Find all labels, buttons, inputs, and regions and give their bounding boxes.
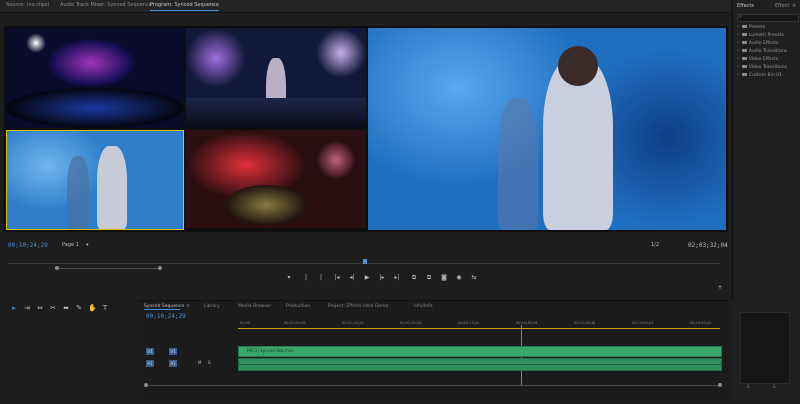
timeline-panel: Synced Sequence ≡ Library Media Browser … bbox=[138, 300, 728, 401]
timeline-scroll-handle-right[interactable] bbox=[718, 383, 722, 387]
clip-name: [MC1] Synced Seq.mov bbox=[247, 348, 294, 353]
meter-left-solo[interactable]: S bbox=[747, 384, 750, 389]
tab-media-browser[interactable]: Media Browser bbox=[238, 304, 271, 309]
active-tab-underline bbox=[144, 309, 180, 310]
search-icon: ⌕ bbox=[739, 14, 742, 20]
slip-tool-icon[interactable]: ⬌ bbox=[62, 304, 70, 312]
a1-track-target[interactable]: A1 bbox=[169, 360, 177, 367]
mute-button[interactable]: M bbox=[198, 360, 201, 365]
tab-project[interactable]: Project: Effects Intro Demo bbox=[328, 304, 388, 309]
folder-icon bbox=[741, 73, 747, 76]
timeline-scrollbar[interactable] bbox=[146, 385, 720, 386]
timeline-timecode[interactable]: 00;10;24;29 bbox=[146, 313, 186, 320]
razor-tool-icon[interactable]: ✂ bbox=[49, 304, 57, 312]
ruler-tick: 00;02;13;22 bbox=[458, 321, 480, 325]
effects-folder-audio-effects[interactable]: › Audio Effects bbox=[737, 41, 778, 46]
program-output-frame[interactable] bbox=[368, 28, 726, 230]
clear-marks-button[interactable]: | bbox=[317, 274, 325, 281]
tab-effect-controls[interactable]: Effect bbox=[775, 3, 789, 9]
effects-folder-lumetri-presets[interactable]: › Lumetri Presets bbox=[737, 33, 784, 38]
duration-timecode: 02;03;32;04 bbox=[688, 242, 728, 249]
program-panel-menu-icon[interactable]: ≡ bbox=[211, 2, 215, 8]
effects-folder-video-transitions[interactable]: › Video Transitions bbox=[737, 65, 787, 70]
effects-panel: Effects Effect ≡ ⌕ › Presets › Lumetri Pre… bbox=[732, 0, 800, 300]
program-monitor[interactable] bbox=[4, 26, 728, 232]
ripple-edit-tool-icon[interactable]: ⇔ bbox=[36, 304, 44, 312]
monitor-playhead[interactable] bbox=[363, 259, 367, 264]
folder-icon bbox=[741, 25, 747, 28]
tools-panel: ▸ ⇥ ⇔ ✂ ⬌ ✎ ✋ T bbox=[4, 300, 134, 400]
audio-meter bbox=[740, 312, 790, 384]
track-select-tool-icon[interactable]: ⇥ bbox=[23, 304, 31, 312]
ruler-tick: 00;01;34;24 bbox=[400, 321, 422, 325]
selection-tool-icon[interactable]: ▸ bbox=[10, 304, 18, 312]
multicam-angle-1[interactable] bbox=[6, 28, 184, 128]
play-button[interactable]: ▶ bbox=[363, 274, 371, 281]
audio-meter-panel: S S bbox=[732, 300, 800, 400]
step-back-button[interactable]: ◂| bbox=[348, 274, 356, 281]
go-to-out-button[interactable]: ▸| bbox=[393, 274, 401, 281]
effects-menu-icon[interactable]: ≡ bbox=[792, 3, 796, 9]
page-selector[interactable]: Page 1 bbox=[62, 242, 79, 248]
resolution-select[interactable]: 1/2 bbox=[651, 242, 659, 248]
tab-library[interactable]: Library bbox=[204, 304, 220, 309]
hand-tool-icon[interactable]: ✋ bbox=[88, 304, 97, 312]
effects-search-input[interactable]: ⌕ bbox=[737, 14, 799, 22]
ruler-tick: 00;14;00;01 bbox=[632, 321, 654, 325]
multicam-angle-4[interactable] bbox=[186, 130, 366, 228]
add-button-icon[interactable]: + bbox=[716, 284, 724, 291]
ruler-tick: 00;01;00;00 bbox=[284, 321, 306, 325]
effects-folder-custom-bin[interactable]: › Custom Bin 01 bbox=[737, 73, 782, 78]
timeline-scroll-handle-left[interactable] bbox=[144, 383, 148, 387]
tab-program[interactable]: Program: Synced Sequence bbox=[150, 2, 219, 11]
zoom-scrollbar[interactable] bbox=[57, 268, 161, 269]
tab-audio-track-mixer[interactable]: Audio Track Mixer: Synced Sequence bbox=[60, 2, 152, 8]
playhead-timecode[interactable]: 00;10;24;29 bbox=[8, 242, 48, 249]
video-clip[interactable]: [MC1] Synced Seq.mov bbox=[238, 346, 722, 357]
ruler-tick: 00;12;48;48 bbox=[574, 321, 596, 325]
ruler-tick: 00;01;14;24 bbox=[342, 321, 364, 325]
extract-button[interactable]: ⧉ bbox=[425, 274, 433, 282]
ruler-tick: 00;00 bbox=[240, 321, 251, 325]
zoom-handle-right[interactable] bbox=[158, 266, 162, 270]
audio-waveform bbox=[239, 364, 721, 365]
multicam-record-button[interactable]: ◉ bbox=[455, 274, 463, 281]
folder-icon bbox=[741, 33, 747, 36]
folder-icon bbox=[741, 49, 747, 52]
folder-icon bbox=[741, 57, 747, 60]
panel-tab-strip: Source: (no clips) Audio Track Mixer: Sy… bbox=[0, 0, 730, 13]
export-frame-button[interactable]: ◙ bbox=[440, 274, 448, 281]
tab-effects[interactable]: Effects bbox=[737, 3, 754, 9]
audio-clip[interactable] bbox=[238, 358, 722, 371]
meter-right-solo[interactable]: S bbox=[773, 384, 776, 389]
folder-icon bbox=[741, 65, 747, 68]
lift-button[interactable]: ⧉ bbox=[410, 274, 418, 282]
zoom-handle-left[interactable] bbox=[55, 266, 59, 270]
ruler-tick: 00;15;00;04 bbox=[690, 321, 712, 325]
tab-source[interactable]: Source: (no clips) bbox=[6, 2, 49, 8]
v1-source-patch[interactable]: V1 bbox=[146, 348, 154, 355]
multicam-angle-3-active[interactable] bbox=[6, 130, 184, 230]
work-area-bar[interactable] bbox=[238, 328, 720, 329]
type-tool-icon[interactable]: T bbox=[101, 304, 109, 312]
page-dropdown-icon[interactable]: ▾ bbox=[86, 242, 89, 248]
a1-source-patch[interactable]: A1 bbox=[146, 360, 154, 367]
solo-button[interactable]: S bbox=[208, 360, 211, 365]
multicam-angle-2[interactable] bbox=[186, 28, 366, 128]
multicam-toggle-button[interactable]: ⇆ bbox=[470, 274, 478, 281]
pen-tool-icon[interactable]: ✎ bbox=[75, 304, 83, 312]
step-forward-button[interactable]: |▸ bbox=[378, 274, 386, 281]
mark-in-button[interactable]: ▾ bbox=[285, 274, 293, 281]
folder-icon bbox=[741, 41, 747, 44]
timeline-tab-menu-icon[interactable]: ≡ bbox=[186, 304, 190, 309]
v1-track-target[interactable]: V1 bbox=[169, 348, 177, 355]
go-to-in-button[interactable]: |◂ bbox=[333, 274, 341, 281]
effects-folder-audio-transitions[interactable]: › Audio Transitions bbox=[737, 49, 787, 54]
tab-info[interactable]: Info/Info bbox=[414, 304, 433, 309]
ruler-tick: 00;10;48;16 bbox=[516, 321, 538, 325]
effects-folder-presets[interactable]: › Presets bbox=[737, 25, 765, 30]
effects-folder-video-effects[interactable]: › Video Effects bbox=[737, 57, 778, 62]
mark-out-button[interactable]: | bbox=[302, 274, 310, 281]
tab-production[interactable]: Production bbox=[286, 304, 310, 309]
